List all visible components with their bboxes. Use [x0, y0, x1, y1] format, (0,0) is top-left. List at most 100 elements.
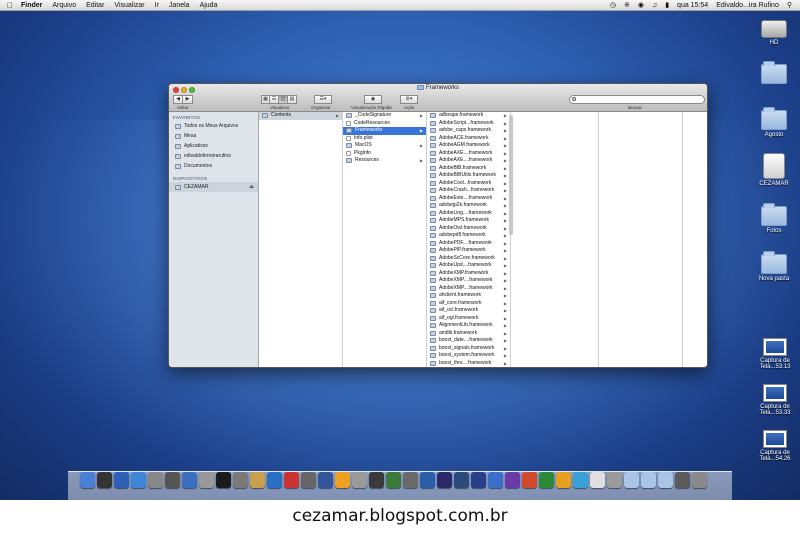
app-icon[interactable] [437, 472, 452, 488]
app-icon[interactable] [318, 472, 333, 488]
messenger-icon[interactable] [573, 472, 588, 488]
list-item[interactable]: boost_system.framework ▶ [427, 352, 510, 360]
outlook-icon[interactable] [556, 472, 571, 488]
list-item[interactable]: AdobeUpd....framework ▶ [427, 262, 510, 270]
list-item[interactable]: AdobeBIBUtils.framework ▶ [427, 172, 510, 180]
lightroom-icon[interactable] [454, 472, 469, 488]
search-input[interactable] [569, 95, 705, 104]
app-icon[interactable] [199, 472, 214, 488]
bluetooth-icon[interactable]: ※ [620, 0, 634, 11]
sidebar-item-documents[interactable]: Documentos [169, 161, 258, 171]
app-icon[interactable] [216, 472, 231, 488]
trash-icon[interactable] [692, 472, 707, 488]
quicklook-button[interactable]: ◉ [364, 95, 382, 104]
list-item[interactable]: adobe_caps.framework ▶ [427, 127, 510, 135]
desktop-icon-screenshot-1[interactable]: Captura de Tela...53.13 [753, 338, 797, 370]
list-item[interactable]: boost_thre....framework ▶ [427, 360, 510, 368]
menu-clock[interactable]: qua 15:54 [673, 0, 712, 11]
coverflow-view-button[interactable]: ▤ [288, 95, 297, 104]
folder-icon[interactable] [658, 472, 673, 488]
list-item[interactable]: _CodeSignature ▶ [343, 112, 426, 120]
photoshop-icon[interactable] [471, 472, 486, 488]
list-item[interactable]: AdobeCrash...framework ▶ [427, 187, 510, 195]
app-icon[interactable] [352, 472, 367, 488]
desktop-icon-agosto[interactable]: Agosto [752, 107, 796, 138]
app-icon[interactable] [386, 472, 401, 488]
list-item[interactable]: AdobeMPS.framework ▶ [427, 217, 510, 225]
column-view-button[interactable]: ◫ [279, 95, 288, 104]
list-item[interactable]: adobepdfl.framework ▶ [427, 232, 510, 240]
forward-button[interactable]: ▶ [183, 95, 193, 104]
volume-icon[interactable]: ♫ [648, 0, 661, 11]
list-item[interactable]: AdobeACE.framework ▶ [427, 135, 510, 143]
list-item[interactable]: CodeResources [343, 120, 426, 128]
list-item[interactable]: aif_ocl.framework ▶ [427, 307, 510, 315]
sidebar-item-all-files[interactable]: Todos os Meus Arquivos [169, 121, 258, 131]
list-view-button[interactable]: ☰ [270, 95, 279, 104]
desktop-icon-hd[interactable]: HD [752, 20, 796, 46]
preview-icon[interactable] [182, 472, 197, 488]
desktop-icon-folder[interactable] [752, 61, 796, 86]
app-icon[interactable] [607, 472, 622, 488]
list-item[interactable]: boost_date....framework ▶ [427, 337, 510, 345]
safari-icon[interactable] [131, 472, 146, 488]
spotlight-icon[interactable]: ⚲ [783, 0, 796, 11]
list-item[interactable]: MacOS ▶ [343, 142, 426, 150]
wifi-icon[interactable]: ◉ [634, 0, 648, 11]
sidebar-item-cezamar[interactable]: CEZAMAR ⏏ [169, 182, 258, 192]
list-item[interactable]: AdobeXMP.framework ▶ [427, 270, 510, 278]
finder-icon[interactable] [80, 472, 95, 488]
list-item[interactable]: AdobeScript...framework ▶ [427, 120, 510, 128]
sidebar-item-applications[interactable]: Aplicativos [169, 141, 258, 151]
desktop-icon-nova-pasta[interactable]: Nova pasta [752, 251, 796, 282]
menu-visualizar[interactable]: Visualizar [109, 0, 149, 11]
list-item[interactable]: Info.plist [343, 135, 426, 143]
excel-icon[interactable] [539, 472, 554, 488]
menu-ir[interactable]: Ir [150, 0, 164, 11]
arrange-button[interactable]: ☰▾ [314, 95, 332, 104]
app-icon[interactable] [165, 472, 180, 488]
list-item[interactable]: AdobeAXE....framework ▶ [427, 150, 510, 158]
menu-janela[interactable]: Janela [164, 0, 195, 11]
battery-icon[interactable]: ▮ [661, 0, 673, 11]
column-3-scrollbar[interactable] [509, 115, 513, 235]
app-icon[interactable] [233, 472, 248, 488]
app-icon[interactable] [250, 472, 265, 488]
list-item[interactable]: PkgInfo [343, 150, 426, 158]
list-item[interactable]: amtlib.framework ▶ [427, 330, 510, 338]
list-item[interactable]: adbeape.framework ▶ [427, 112, 510, 120]
list-item[interactable]: aif_core.framework ▶ [427, 300, 510, 308]
list-item[interactable]: ahclient.framework ▶ [427, 292, 510, 300]
app-icon[interactable] [505, 472, 520, 488]
list-item[interactable]: AdobePIP.framework ▶ [427, 247, 510, 255]
menu-user[interactable]: Edivaldo...ira Rufino [712, 0, 783, 11]
list-item[interactable]: adobejp2k.framework ▶ [427, 202, 510, 210]
app-icon[interactable] [403, 472, 418, 488]
sidebar-item-desktop[interactable]: Mesa [169, 131, 258, 141]
list-item[interactable]: AdobeExte....framework ▶ [427, 195, 510, 203]
list-item[interactable]: Contents ▶ [259, 112, 342, 120]
list-item[interactable]: AdobeAXE....framework ▶ [427, 157, 510, 165]
list-item[interactable]: AdobeCool...framework ▶ [427, 180, 510, 188]
list-item[interactable]: Resources ▶ [343, 157, 426, 165]
app-icon[interactable] [267, 472, 282, 488]
list-item[interactable]: aif_ogl.framework ▶ [427, 315, 510, 323]
list-item[interactable]: Frameworks ▶ [343, 127, 426, 135]
word-icon[interactable] [488, 472, 503, 488]
app-icon[interactable] [369, 472, 384, 488]
apple-menu-icon[interactable]:  [4, 0, 16, 11]
powerpoint-icon[interactable] [522, 472, 537, 488]
sidebar-item-home[interactable]: edivaldoferreirarufino [169, 151, 258, 161]
list-item[interactable]: AdobeOwl.framework ▶ [427, 225, 510, 233]
action-button[interactable]: ⚙▾ [400, 95, 418, 104]
menu-ajuda[interactable]: Ajuda [195, 0, 223, 11]
list-item[interactable]: AdobeBIB.framework ▶ [427, 165, 510, 173]
eject-icon[interactable]: ⏏ [249, 184, 254, 190]
menu-arquivo[interactable]: Arquivo [47, 0, 81, 11]
list-item[interactable]: AdobeAGM.framework ▶ [427, 142, 510, 150]
desktop-icon-screenshot-3[interactable]: Captura de Tela...54.26 [753, 430, 797, 462]
list-item[interactable]: AdobeLing....framework ▶ [427, 210, 510, 218]
list-item[interactable]: AlignmentLib.framework ▶ [427, 322, 510, 330]
icon-view-button[interactable]: ▦ [261, 95, 270, 104]
folder-icon[interactable] [624, 472, 639, 488]
